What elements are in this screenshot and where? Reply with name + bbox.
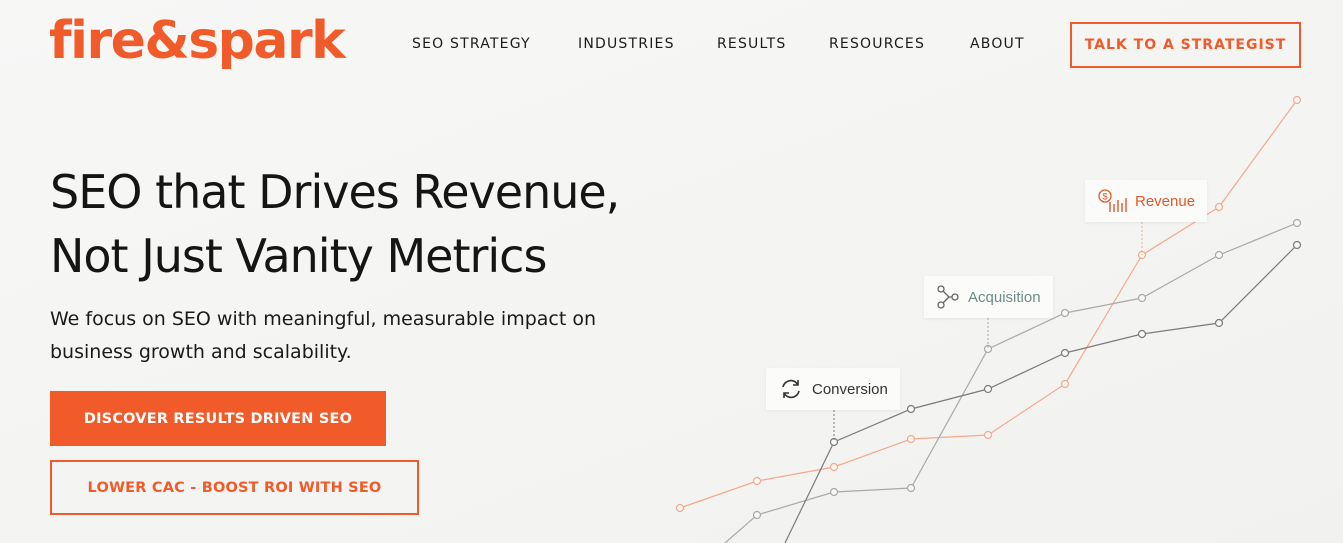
revenue-label-text: Revenue [1135,192,1196,210]
nav-item-seo-strategy[interactable]: SEO STRATEGY [412,36,531,52]
revenue-point [1060,379,1070,389]
hero-title-line-2: Not Just Vanity Metrics [50,229,547,283]
nav-item-industries[interactable]: INDUSTRIES [578,36,675,52]
acquisition-point [983,344,993,354]
brand-logo[interactable]: fire&spark [49,6,346,76]
nav-item-results[interactable]: RESULTS [717,36,786,52]
hero-subtitle: We focus on SEO with meaningful, measura… [50,308,597,363]
acquisition-point [752,510,762,520]
nodes-icon [937,285,959,309]
talk-to-strategist-button[interactable]: TALK TO A STRATEGIST [1070,22,1301,68]
revenue-point [983,430,993,440]
hero-title: SEO that Drives Revenue, Not Just Vanity… [50,160,620,288]
revenue-point [675,503,685,513]
revenue-point [1137,250,1147,260]
acquisition-point [1137,293,1147,303]
revenue-point [829,462,839,472]
conversion-point [1137,329,1147,339]
conversion-label: Conversion [766,368,900,410]
revenue-point [1214,202,1224,212]
conversion-point [983,384,993,394]
revenue-label: $ Revenue [1085,180,1208,222]
refresh-cycle-icon [782,379,800,399]
acquisition-label-text: Acquisition [968,288,1041,306]
nav-item-about[interactable]: ABOUT [970,36,1025,52]
dollar-bars-icon: $ [1098,189,1127,212]
conversion-point [906,404,916,414]
acquisition-point [906,483,916,493]
discover-results-seo-button[interactable]: DISCOVER RESULTS DRIVEN SEO [50,391,386,446]
conversion-point [1060,348,1070,358]
acquisition-point [1292,218,1302,228]
nav-item-resources[interactable]: RESOURCES [829,36,925,52]
revenue-point [1292,95,1302,105]
lower-cac-boost-roi-button[interactable]: LOWER CAC - BOOST ROI WITH SEO [50,460,419,515]
acquisition-point [829,487,839,497]
svg-text:$: $ [1102,192,1107,202]
hero-title-line-1: SEO that Drives Revenue, [50,165,620,219]
conversion-point [1292,240,1302,250]
conversion-label-text: Conversion [812,380,888,398]
acquisition-label: Acquisition [924,276,1053,318]
revenue-point [906,434,916,444]
acquisition-point [1214,250,1224,260]
acquisition-point [1060,308,1070,318]
revenue-point [752,476,762,486]
conversion-point [1214,318,1224,328]
conversion-point [829,437,839,447]
